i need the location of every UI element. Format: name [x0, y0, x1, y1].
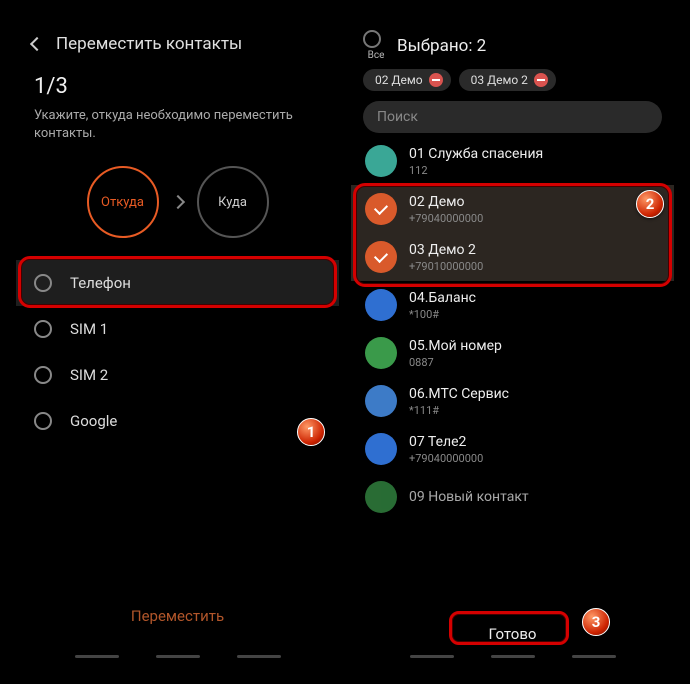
- source-option-phone[interactable]: Телефон: [16, 260, 339, 306]
- source-label: Google: [70, 412, 117, 430]
- nav-recent-icon[interactable]: [410, 655, 454, 658]
- back-icon[interactable]: [30, 37, 44, 51]
- contact-item[interactable]: 07 Теле2 +79040000000: [351, 425, 674, 473]
- annotation-badge-1: 1: [297, 418, 325, 446]
- done-button[interactable]: Готово: [469, 619, 557, 649]
- chip[interactable]: 02 Демо: [363, 69, 451, 91]
- radio-icon: [34, 320, 52, 338]
- avatar-icon: [365, 385, 397, 417]
- remove-chip-icon[interactable]: [534, 73, 548, 87]
- source-label: SIM 1: [70, 320, 108, 338]
- select-all-circle-icon: [363, 30, 381, 48]
- selected-chips: 02 Демо 03 Демо 2: [351, 61, 674, 101]
- contact-item[interactable]: 09 Новый контакт: [351, 473, 674, 521]
- contact-item[interactable]: 06.МТС Сервис *111#: [351, 377, 674, 425]
- nav-back-icon[interactable]: [237, 655, 281, 658]
- contact-name: 06.МТС Сервис: [409, 386, 509, 402]
- nav-home-icon[interactable]: [491, 655, 535, 658]
- contact-name: 02 Демо: [409, 194, 483, 210]
- nav-bar: [351, 655, 674, 668]
- contact-list[interactable]: 01 Служба спасения 112 02 Демо +79040000…: [351, 137, 674, 609]
- radio-icon: [34, 366, 52, 384]
- selection-header: Все Выбрано: 2: [351, 20, 674, 61]
- contact-sub: +79040000000: [409, 212, 483, 225]
- step-indicator: 1/3: [16, 68, 339, 101]
- contact-info: 06.МТС Сервис *111#: [409, 386, 509, 417]
- contact-item[interactable]: 05.Мой номер 0887: [351, 329, 674, 377]
- contact-name: 04.Баланс: [409, 290, 476, 306]
- screen-move-contacts: Переместить контакты 1/3 Укажите, откуда…: [16, 20, 339, 668]
- select-all-label: Все: [368, 50, 385, 61]
- contact-sub: +79040000000: [409, 452, 483, 465]
- nav-home-icon[interactable]: [156, 655, 200, 658]
- avatar-icon: [365, 481, 397, 513]
- contact-info: 01 Служба спасения 112: [409, 146, 543, 177]
- radio-icon: [34, 412, 52, 430]
- done-row: Готово: [351, 609, 674, 655]
- check-icon: [365, 193, 397, 225]
- source-list: Телефон SIM 1 SIM 2 Google: [16, 260, 339, 444]
- source-option-sim1[interactable]: SIM 1: [16, 306, 339, 352]
- annotation-badge-3: 3: [582, 608, 610, 636]
- source-option-google[interactable]: Google: [16, 398, 339, 444]
- contact-name: 09 Новый контакт: [409, 489, 529, 505]
- page-title: Переместить контакты: [56, 34, 242, 54]
- contact-item-selected[interactable]: 02 Демо +79040000000: [351, 185, 674, 233]
- contact-name: 07 Теле2: [409, 434, 483, 450]
- select-all[interactable]: Все: [363, 30, 389, 61]
- avatar-icon: [365, 145, 397, 177]
- chip-label: 02 Демо: [375, 73, 423, 87]
- source-label: SIM 2: [70, 366, 108, 384]
- to-circle[interactable]: Куда: [197, 166, 269, 238]
- app-container: Переместить контакты 1/3 Укажите, откуда…: [0, 0, 690, 684]
- contact-sub: 0887: [409, 356, 502, 369]
- contact-name: 01 Служба спасения: [409, 146, 543, 162]
- contact-info: 02 Демо +79040000000: [409, 194, 483, 225]
- annotation-badge-2: 2: [636, 190, 664, 218]
- remove-chip-icon[interactable]: [429, 73, 443, 87]
- contact-sub: 112: [409, 164, 543, 177]
- from-circle[interactable]: Откуда: [87, 166, 159, 238]
- chip[interactable]: 03 Демо 2: [459, 69, 556, 91]
- contact-info: 03 Демо 2 +79010000000: [409, 242, 483, 273]
- contact-info: 09 Новый контакт: [409, 489, 529, 505]
- contact-item-selected[interactable]: 03 Демо 2 +79010000000: [351, 233, 674, 281]
- avatar-icon: [365, 289, 397, 321]
- check-icon: [365, 241, 397, 273]
- contact-sub: *111#: [409, 404, 509, 417]
- avatar-icon: [365, 337, 397, 369]
- nav-bar: [16, 655, 339, 668]
- search-input[interactable]: Поиск: [363, 101, 662, 133]
- nav-recent-icon[interactable]: [75, 655, 119, 658]
- contact-sub: +79010000000: [409, 260, 483, 273]
- contact-item[interactable]: 04.Баланс *100#: [351, 281, 674, 329]
- contact-name: 03 Демо 2: [409, 242, 483, 258]
- move-button[interactable]: Переместить: [16, 589, 339, 655]
- header: Переместить контакты: [16, 20, 339, 68]
- chevron-right-icon: [170, 195, 184, 209]
- source-label: Телефон: [70, 274, 131, 292]
- radio-icon: [34, 274, 52, 292]
- screen-select-contacts: Все Выбрано: 2 02 Демо 03 Демо 2 Поиск 0…: [351, 20, 674, 668]
- contact-info: 04.Баланс *100#: [409, 290, 476, 321]
- from-to-row: Откуда Куда: [16, 156, 339, 260]
- contact-info: 07 Теле2 +79040000000: [409, 434, 483, 465]
- contact-name: 05.Мой номер: [409, 338, 502, 354]
- selected-count: Выбрано: 2: [397, 36, 486, 56]
- chip-label: 03 Демо 2: [471, 73, 528, 87]
- contact-sub: *100#: [409, 308, 476, 321]
- contact-info: 05.Мой номер 0887: [409, 338, 502, 369]
- source-option-sim2[interactable]: SIM 2: [16, 352, 339, 398]
- instruction-text: Укажите, откуда необходимо переместить к…: [16, 101, 339, 156]
- contact-item[interactable]: 01 Служба спасения 112: [351, 137, 674, 185]
- nav-back-icon[interactable]: [572, 655, 616, 658]
- avatar-icon: [365, 433, 397, 465]
